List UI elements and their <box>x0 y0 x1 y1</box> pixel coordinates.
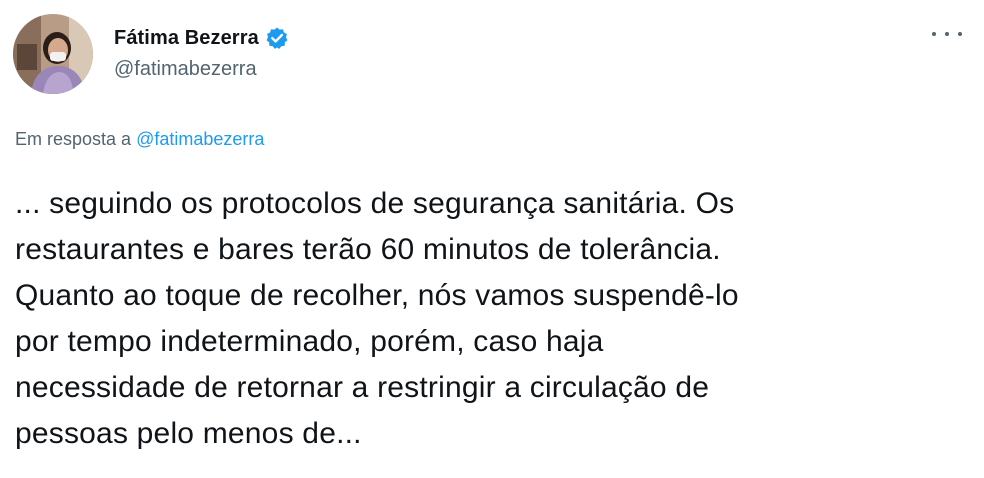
reply-prefix: Em resposta a <box>15 129 132 149</box>
tweet-card: Fátima Bezerra @fatimabezerra Em respost… <box>0 0 984 478</box>
tweet-text-line: pessoas pelo menos de... <box>15 417 362 450</box>
reply-mention-link[interactable]: @fatimabezerra <box>136 129 264 149</box>
more-dot <box>958 32 962 36</box>
author-name-row: Fátima Bezerra <box>114 24 289 52</box>
reply-context: Em resposta a @fatimabezerra <box>15 129 264 150</box>
tweet-text: ... seguindo os protocolos de segurança … <box>15 181 975 457</box>
tweet-text-line: ... seguindo os protocolos de segurança … <box>15 187 735 220</box>
more-dot <box>945 32 949 36</box>
tweet-text-line: necessidade de retornar a restringir a c… <box>15 371 710 404</box>
author-handle[interactable]: @fatimabezerra <box>114 58 257 81</box>
verified-badge-icon <box>265 26 289 50</box>
more-dot <box>932 32 936 36</box>
more-options-icon[interactable] <box>932 22 962 46</box>
avatar-photo <box>13 14 93 94</box>
display-name[interactable]: Fátima Bezerra <box>114 27 259 50</box>
tweet-text-line: por tempo indeterminado, porém, caso haj… <box>15 325 604 358</box>
tweet-text-line: restaurantes e bares terão 60 minutos de… <box>15 233 721 266</box>
tweet-text-line: Quanto ao toque de recolher, nós vamos s… <box>15 279 739 312</box>
avatar[interactable] <box>13 14 93 94</box>
